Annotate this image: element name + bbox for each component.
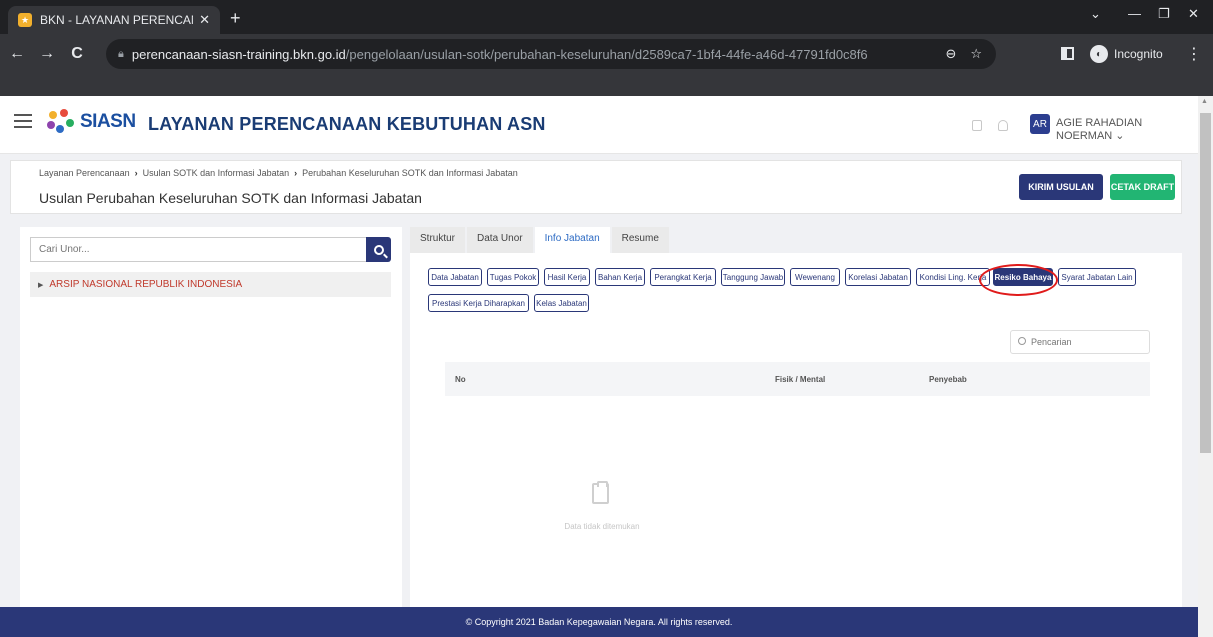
subtab-data-jabatan[interactable]: Data Jabatan	[428, 268, 482, 286]
minimize-icon[interactable]: —	[1128, 6, 1141, 21]
lock-icon: 🔒︎	[118, 47, 124, 60]
breadcrumb-item[interactable]: Layanan Perencanaan	[39, 168, 130, 178]
bookmark-star-icon[interactable]: ☆	[970, 46, 982, 62]
breadcrumb-item: Perubahan Keseluruhan SOTK dan Informasi…	[302, 168, 518, 178]
app-title: LAYANAN PERENCANAAN KEBUTUHAN ASN	[148, 114, 546, 134]
breadcrumb: Layanan Perencanaan › Usulan SOTK dan In…	[39, 168, 518, 178]
browser-menu-icon[interactable]: ⋮	[1186, 44, 1202, 64]
column-header-fisik-mental: Fisik / Mental	[775, 375, 826, 384]
search-icon	[373, 244, 384, 255]
avatar[interactable]: AR	[1030, 114, 1050, 134]
unor-search-button[interactable]	[366, 237, 391, 262]
notification-bell-icon[interactable]	[998, 120, 1008, 131]
side-panel-icon[interactable]	[1061, 47, 1074, 60]
back-icon[interactable]: ←	[4, 45, 30, 63]
browser-tab[interactable]: ★ BKN - LAYANAN PERENCANAAN ✕	[8, 6, 220, 34]
page-header-card: Layanan Perencanaan › Usulan SOTK dan In…	[10, 160, 1182, 214]
subtab-tanggung-jawab[interactable]: Tanggung Jawab	[721, 268, 785, 286]
highlight-annotation	[979, 264, 1058, 296]
tab-resume[interactable]: Resume	[611, 227, 669, 253]
page-title: Usulan Perubahan Keseluruhan SOTK dan In…	[39, 190, 422, 206]
incognito-label: Incognito	[1114, 47, 1163, 61]
scrollbar-thumb[interactable]	[1200, 113, 1211, 453]
tree-item-label: ARSIP NASIONAL REPUBLIK INDONESIA	[49, 279, 243, 290]
new-tab-icon[interactable]: +	[230, 8, 241, 29]
zoom-icon[interactable]: ⊖	[945, 46, 956, 62]
unor-search	[30, 237, 391, 262]
subtab-wewenang[interactable]: Wewenang	[790, 268, 840, 286]
address-bar[interactable]: 🔒︎ perencanaan-siasn-training.bkn.go.id …	[106, 39, 996, 69]
empty-state-text: Data tidak ditemukan	[564, 522, 640, 531]
subtab-hasil-kerja[interactable]: Hasil Kerja	[544, 268, 590, 286]
logo-star-icon	[46, 109, 76, 135]
table-search-input[interactable]	[1010, 330, 1150, 354]
subtab-syarat-jabatan-lain[interactable]: Syarat Jabatan Lain	[1058, 268, 1136, 286]
reload-icon[interactable]: C	[64, 45, 90, 63]
url-path: /pengelolaan/usulan-sotk/perubahan-kesel…	[345, 46, 868, 62]
subtab-tugas-pokok[interactable]: Tugas Pokok	[487, 268, 539, 286]
column-header-penyebab: Penyebab	[929, 375, 967, 384]
url-host: perencanaan-siasn-training.bkn.go.id	[131, 46, 346, 62]
breadcrumb-separator-icon: ›	[134, 168, 138, 178]
search-icon	[1018, 337, 1026, 345]
unor-tree-panel: ▶ ARSIP NASIONAL REPUBLIK INDONESIA	[20, 227, 402, 607]
tab-info-jabatan[interactable]: Info Jabatan	[534, 227, 610, 253]
favicon-icon: ★	[18, 13, 32, 27]
browser-tabstrip: ★ BKN - LAYANAN PERENCANAAN ✕ + ⌄ — ❐ ✕	[0, 0, 1213, 34]
window-close-icon[interactable]: ✕	[1188, 6, 1199, 22]
tab-search-dropdown-icon[interactable]: ⌄	[1090, 6, 1101, 22]
breadcrumb-separator-icon: ›	[294, 168, 298, 178]
app-header: SIASN LAYANAN PERENCANAAN KEBUTUHAN ASN …	[0, 96, 1198, 154]
footer: © Copyright 2021 Badan Kepegawaian Negar…	[0, 607, 1198, 637]
scroll-up-icon[interactable]: ▲	[1201, 98, 1208, 105]
restore-icon[interactable]: ❐	[1158, 6, 1170, 22]
tab-close-icon[interactable]: ✕	[199, 12, 210, 28]
tab-title: BKN - LAYANAN PERENCANAAN	[40, 13, 193, 27]
tree-item[interactable]: ▶ ARSIP NASIONAL REPUBLIK INDONESIA	[30, 272, 391, 297]
user-menu[interactable]: AGIE RAHADIAN NOERMAN ⌄	[1056, 117, 1198, 142]
column-header-no: No	[455, 375, 466, 384]
subtab-bahan-kerja[interactable]: Bahan Kerja	[595, 268, 645, 286]
unor-search-input[interactable]	[30, 237, 366, 262]
info-tabs: Struktur Data Unor Info Jabatan Resume	[410, 227, 671, 253]
subtab-perangkat-kerja[interactable]: Perangkat Kerja	[650, 268, 716, 286]
incognito-indicator[interactable]: ◐ Incognito	[1090, 45, 1163, 63]
siasn-logo[interactable]: SIASN	[46, 109, 136, 135]
chat-icon[interactable]	[972, 120, 982, 131]
forward-icon[interactable]: →	[34, 45, 60, 63]
subtab-korelasi-jabatan[interactable]: Korelasi Jabatan	[845, 268, 911, 286]
incognito-icon: ◐	[1090, 45, 1108, 63]
copyright-text: © Copyright 2021 Badan Kepegawaian Negar…	[465, 617, 733, 627]
breadcrumb-item[interactable]: Usulan SOTK dan Informasi Jabatan	[143, 168, 290, 178]
tab-data-unor[interactable]: Data Unor	[467, 227, 533, 253]
browser-toolbar: ← → C 🔒︎ perencanaan-siasn-training.bkn.…	[0, 34, 1213, 74]
subtab-kelas-jabatan[interactable]: Kelas Jabatan	[534, 294, 589, 312]
tab-struktur[interactable]: Struktur	[410, 227, 466, 253]
subtab-prestasi-kerja[interactable]: Prestasi Kerja Diharapkan	[428, 294, 529, 312]
info-jabatan-panel: Data Jabatan Tugas Pokok Hasil Kerja Bah…	[410, 253, 1182, 607]
hamburger-menu-icon[interactable]	[14, 114, 32, 128]
logo-text: SIASN	[80, 111, 136, 132]
bookmarks-bar	[0, 74, 1213, 96]
expand-triangle-icon[interactable]: ▶	[38, 281, 43, 289]
clipboard-icon	[592, 481, 609, 504]
cetak-draft-button[interactable]: CETAK DRAFT	[1110, 174, 1175, 200]
table-header: No Fisik / Mental Penyebab	[445, 362, 1150, 396]
kirim-usulan-button[interactable]: KIRIM USULAN	[1019, 174, 1103, 200]
